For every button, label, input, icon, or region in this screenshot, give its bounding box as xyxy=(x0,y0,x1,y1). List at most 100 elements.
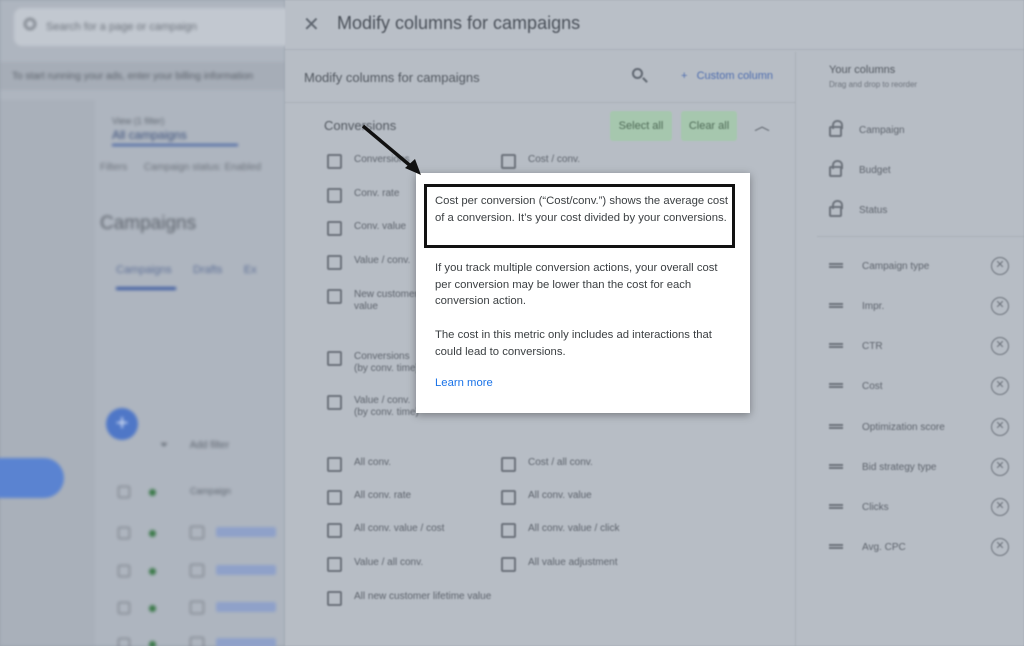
divider xyxy=(817,236,1024,237)
create-button[interactable] xyxy=(0,458,64,498)
column-item[interactable]: Avg. CPC✕ xyxy=(829,538,1019,560)
option-label: Conv. value xyxy=(354,221,406,233)
option-all-conv-rate[interactable]: All conv. rate xyxy=(327,490,492,522)
checkbox[interactable] xyxy=(501,154,516,169)
checkbox[interactable] xyxy=(501,457,516,472)
option-label: Cost / conv. xyxy=(528,154,580,166)
side-navigation xyxy=(0,100,95,646)
checkbox[interactable] xyxy=(327,289,342,304)
drag-handle-icon[interactable] xyxy=(829,424,843,429)
column-item[interactable]: Campaign type✕ xyxy=(829,257,1019,279)
select-all-checkbox[interactable] xyxy=(118,486,130,498)
checkbox[interactable] xyxy=(327,154,342,169)
option-label: Conversions (by conv. time) xyxy=(354,351,424,375)
option-label: Value / conv. xyxy=(354,255,410,267)
column-item[interactable]: Cost ✕ xyxy=(829,377,1019,399)
option-label: Cost / all conv. xyxy=(528,457,593,469)
view-label: View (1 filter) xyxy=(112,116,164,126)
checkbox[interactable] xyxy=(327,255,342,270)
option-all-new-customer-lifetime-value[interactable]: All new customer lifetime value xyxy=(327,591,492,623)
checkbox[interactable] xyxy=(327,395,342,410)
drag-handle-icon[interactable] xyxy=(829,544,843,549)
checkbox[interactable] xyxy=(327,523,342,538)
remove-icon[interactable]: ✕ xyxy=(991,418,1009,436)
checkbox[interactable] xyxy=(327,457,342,472)
your-columns-subtitle: Drag and drop to reorder xyxy=(829,80,917,89)
campaign-name-link[interactable] xyxy=(216,638,276,646)
drag-handle-icon[interactable] xyxy=(829,383,843,388)
table-row[interactable] xyxy=(118,598,285,618)
learn-more-link[interactable]: Learn more xyxy=(435,377,493,389)
table-row[interactable] xyxy=(118,523,285,543)
checkbox[interactable] xyxy=(327,351,342,366)
campaign-name-link[interactable] xyxy=(216,602,276,612)
checkbox[interactable] xyxy=(327,557,342,572)
table-row[interactable] xyxy=(118,561,285,581)
remove-icon[interactable]: ✕ xyxy=(991,257,1009,275)
remove-icon[interactable]: ✕ xyxy=(991,377,1009,395)
drag-handle-icon[interactable] xyxy=(829,464,843,469)
plus-icon: + xyxy=(681,70,687,82)
remove-icon[interactable]: ✕ xyxy=(991,337,1009,355)
add-campaign-button[interactable]: + xyxy=(106,408,138,440)
filter-icon: ⏷ xyxy=(160,440,168,451)
row-checkbox[interactable] xyxy=(118,527,130,539)
option-all-conv-value-per-cost[interactable]: All conv. value / cost xyxy=(327,523,492,555)
tab-experiments[interactable]: Ex xyxy=(244,264,257,276)
drag-handle-icon[interactable] xyxy=(829,504,843,509)
option-label: Value / conv. (by conv. time) xyxy=(354,395,424,419)
drag-handle-icon[interactable] xyxy=(829,303,843,308)
column-item[interactable]: Clicks✕ xyxy=(829,498,1019,520)
option-cost-per-all-conv[interactable]: Cost / all conv. xyxy=(501,457,666,489)
column-item[interactable]: Bid strategy type✕ xyxy=(829,458,1019,480)
checkbox[interactable] xyxy=(501,557,516,572)
row-checkbox[interactable] xyxy=(118,565,130,577)
drag-handle-icon[interactable] xyxy=(829,263,843,268)
remove-icon[interactable]: ✕ xyxy=(991,538,1009,556)
option-all-conv-value[interactable]: All conv. value xyxy=(501,490,666,522)
search-bar[interactable]: Search for a page or campaign xyxy=(14,8,314,46)
option-value-per-all-conv[interactable]: Value / all conv. xyxy=(327,557,492,589)
chevron-up-icon[interactable]: ︿ xyxy=(754,117,770,134)
checkbox[interactable] xyxy=(501,490,516,505)
filter-bar[interactable]: ⏷ Add filter xyxy=(160,440,229,451)
column-item[interactable]: CTR✕ xyxy=(829,337,1019,359)
remove-icon[interactable]: ✕ xyxy=(991,498,1009,516)
view-select[interactable]: All campaigns xyxy=(112,128,238,146)
tab-campaigns[interactable]: Campaigns xyxy=(116,264,172,276)
filter-chip[interactable]: Campaign status: Enabled xyxy=(144,162,261,173)
option-all-value-adjustment[interactable]: All value adjustment xyxy=(501,557,666,589)
option-all-conv[interactable]: All conv. xyxy=(327,457,492,489)
custom-column-button[interactable]: + Custom column xyxy=(681,70,773,82)
checkbox[interactable] xyxy=(327,591,342,606)
row-checkbox[interactable] xyxy=(118,638,130,646)
table-header-row: Campaign xyxy=(118,482,285,502)
option-all-conv-value-per-click[interactable]: All conv. value / click xyxy=(501,523,666,555)
table-row[interactable] xyxy=(118,634,285,646)
add-filter-link[interactable]: Add filter xyxy=(190,440,229,451)
column-item[interactable]: Optimization score✕ xyxy=(829,418,1019,440)
close-icon[interactable]: ✕ xyxy=(303,12,320,37)
tab-drafts[interactable]: Drafts xyxy=(193,264,222,276)
option-label: All value adjustment xyxy=(528,557,618,569)
campaign-name-link[interactable] xyxy=(216,527,276,537)
remove-icon[interactable]: ✕ xyxy=(991,297,1009,315)
drag-handle-icon[interactable] xyxy=(829,343,843,348)
tooltip-definition: Cost per conversion (“Cost/conv.”) shows… xyxy=(435,193,733,226)
checkbox[interactable] xyxy=(501,523,516,538)
campaign-name-link[interactable] xyxy=(216,565,276,575)
campaign-type-icon xyxy=(190,526,204,539)
select-all-button[interactable]: Select all xyxy=(610,111,672,141)
checkbox[interactable] xyxy=(327,490,342,505)
row-checkbox[interactable] xyxy=(118,602,130,614)
column-label: Cost xyxy=(862,381,883,392)
your-columns-title: Your columns xyxy=(829,64,895,76)
checkbox[interactable] xyxy=(327,221,342,236)
lock-icon xyxy=(829,126,842,137)
column-header-campaign[interactable]: Campaign xyxy=(190,486,231,496)
checkbox[interactable] xyxy=(327,188,342,203)
remove-icon[interactable]: ✕ xyxy=(991,458,1009,476)
column-item[interactable]: Impr.✕ xyxy=(829,297,1019,319)
search-icon[interactable] xyxy=(632,68,648,84)
clear-all-button[interactable]: Clear all xyxy=(681,111,737,141)
